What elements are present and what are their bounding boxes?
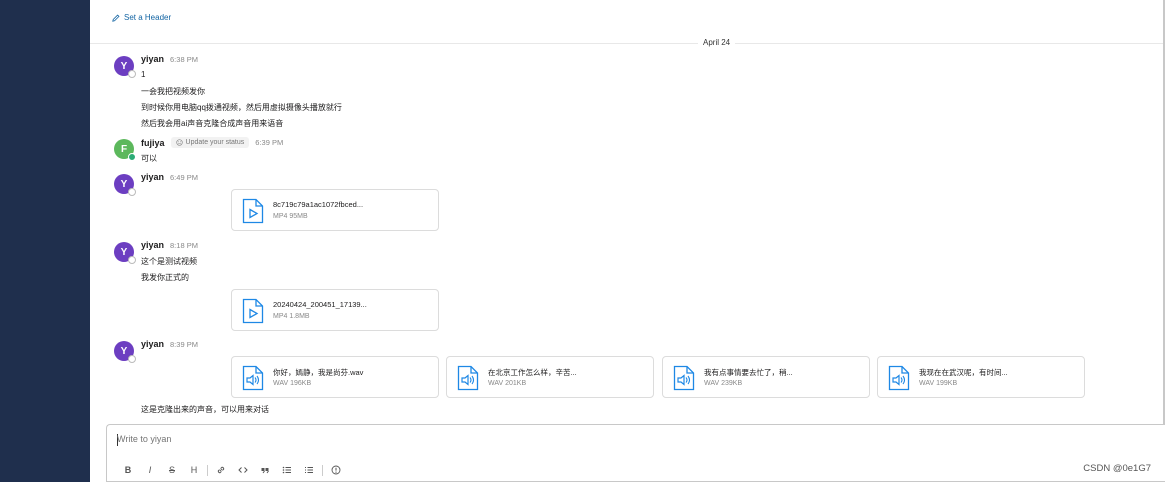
presence-indicator	[128, 70, 136, 78]
message-author[interactable]: yiyan	[141, 54, 164, 64]
info-icon	[331, 465, 341, 475]
heading-button[interactable]: H	[183, 463, 205, 477]
formatting-toolbar: B I S H	[117, 463, 347, 477]
file-name: 我有点事情要去忙了，稍...	[704, 368, 793, 377]
message-time[interactable]: 6:39 PM	[255, 138, 283, 147]
bold-icon: B	[124, 465, 132, 475]
date-divider: April 24	[698, 38, 736, 47]
audio-file-attachment[interactable]: 我有点事情要去忙了，稍... WAV 239KB	[662, 356, 870, 398]
message-text: 一会我把视频发你	[141, 87, 205, 96]
message-time[interactable]: 6:49 PM	[170, 173, 198, 182]
message-text: 我发你正式的	[141, 273, 189, 282]
video-file-icon	[242, 198, 264, 224]
bold-button[interactable]: B	[117, 463, 139, 477]
message-text: 然后我会用ai声音克隆合成声音用来语音	[141, 119, 284, 128]
strikethrough-icon: S	[168, 465, 175, 475]
message-author[interactable]: yiyan	[141, 240, 164, 250]
audio-file-attachment[interactable]: 你好，嫣静，我是尚芬.wav WAV 196KB	[231, 356, 439, 398]
file-attachment[interactable]: 8c719c79a1ac1072fbced... MP4 95MB	[231, 189, 439, 231]
update-status-button[interactable]: Update your status	[170, 137, 250, 148]
channel-header: Set a Header	[90, 0, 1165, 44]
avatar[interactable]: Y	[114, 242, 136, 264]
link-icon	[217, 466, 225, 474]
set-header-label: Set a Header	[124, 13, 172, 22]
avatar[interactable]: Y	[114, 341, 136, 363]
file-meta: MP4 1.8MB	[273, 313, 310, 320]
strikethrough-button[interactable]: S	[161, 463, 183, 477]
message-author[interactable]: yiyan	[141, 339, 164, 349]
avatar[interactable]: Y	[114, 174, 136, 196]
numbered-list-icon	[305, 467, 313, 473]
file-meta: WAV 201KB	[488, 380, 527, 387]
message-text: 1	[141, 70, 146, 79]
file-name: 你好，嫣静，我是尚芬.wav	[273, 368, 364, 377]
pencil-icon	[112, 13, 120, 22]
presence-indicator	[128, 188, 136, 196]
channel-main: Set a Header April 24 Y yiyan 6:38 PM 1 …	[90, 0, 1165, 482]
message-text: 到时候你用电脑qq拨通视频，然后用虚拟摄像头播放就行	[141, 103, 342, 112]
help-button[interactable]	[325, 463, 347, 477]
watermark: CSDN @0e1G7	[1083, 463, 1151, 474]
bulleted-list-button[interactable]	[276, 463, 298, 477]
smiley-icon	[175, 139, 183, 146]
update-status-label: Update your status	[185, 139, 245, 146]
presence-indicator	[128, 256, 136, 264]
workspace-sidebar	[0, 0, 90, 482]
file-name: 20240424_200451_17139...	[273, 300, 367, 309]
heading-icon: H	[190, 465, 198, 475]
message-author[interactable]: yiyan	[141, 172, 164, 182]
avatar[interactable]: F	[114, 139, 136, 161]
message-text: 这个是测试视频	[141, 257, 197, 266]
toolbar-divider	[207, 464, 208, 476]
message-time[interactable]: 8:18 PM	[170, 241, 198, 250]
code-icon	[238, 467, 248, 473]
message-text: 这是克隆出来的声音，可以用来对话	[141, 405, 269, 414]
message-composer: B I S H	[106, 424, 1165, 482]
message-input[interactable]	[117, 434, 917, 444]
audio-file-icon	[888, 365, 910, 391]
message-time[interactable]: 8:39 PM	[170, 340, 198, 349]
file-meta: WAV 239KB	[704, 380, 743, 387]
file-name: 8c719c79a1ac1072fbced...	[273, 200, 364, 209]
quote-icon	[261, 468, 269, 474]
toolbar-divider	[322, 464, 323, 476]
italic-icon: I	[148, 465, 152, 475]
presence-indicator	[128, 355, 136, 363]
italic-button[interactable]: I	[139, 463, 161, 477]
quote-button[interactable]	[254, 463, 276, 477]
online-indicator	[128, 153, 136, 161]
file-meta: WAV 196KB	[273, 380, 312, 387]
file-meta: MP4 95MB	[273, 213, 308, 220]
file-attachment[interactable]: 20240424_200451_17139... MP4 1.8MB	[231, 289, 439, 331]
file-name: 我现在在武汉呢，有时间...	[919, 368, 1008, 377]
message-time[interactable]: 6:38 PM	[170, 55, 198, 64]
audio-file-icon	[457, 365, 479, 391]
file-meta: WAV 199KB	[919, 380, 958, 387]
link-button[interactable]	[210, 463, 232, 477]
set-header-button[interactable]: Set a Header	[112, 13, 171, 22]
code-button[interactable]	[232, 463, 254, 477]
audio-file-icon	[673, 365, 695, 391]
audio-file-attachment[interactable]: 我现在在武汉呢，有时间... WAV 199KB	[877, 356, 1085, 398]
numbered-list-button[interactable]	[298, 463, 320, 477]
audio-file-icon	[242, 365, 264, 391]
bulleted-list-icon	[282, 466, 291, 474]
message-author[interactable]: fujiya	[141, 138, 165, 148]
video-file-icon	[242, 298, 264, 324]
message-text: 可以	[141, 154, 157, 163]
audio-file-attachment[interactable]: 在北京工作怎么样，辛苦... WAV 201KB	[446, 356, 654, 398]
avatar[interactable]: Y	[114, 56, 136, 78]
file-name: 在北京工作怎么样，辛苦...	[488, 368, 577, 377]
